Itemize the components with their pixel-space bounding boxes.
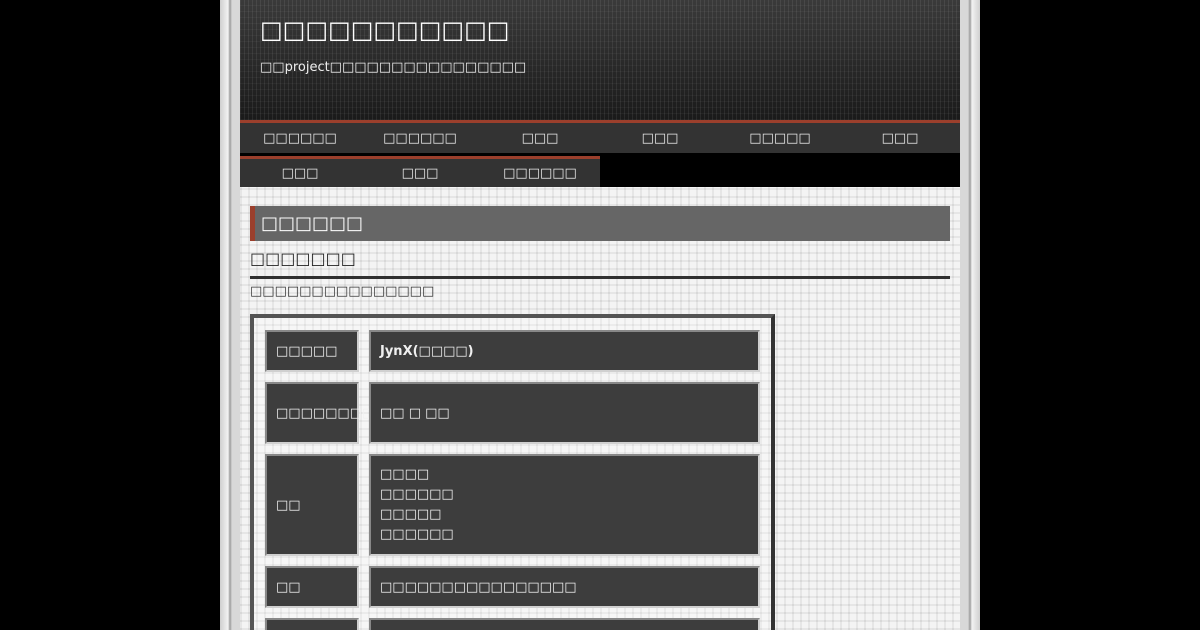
main-content: □□□□□□ □□□□□□□ □□□□□□□□□□□□□□□ □□□□□ Jyn… bbox=[240, 186, 960, 630]
profile-value-line: □□□□□ bbox=[380, 507, 442, 522]
profile-value-line: □□□□□□ bbox=[380, 487, 454, 502]
profile-row: □□□□□□□□ □□ □ □□ bbox=[265, 382, 760, 444]
profile-value: □□□□ □□□□□□ □□□□□ □□□□□□ bbox=[369, 454, 760, 556]
intro-text: □□□□□□□□□□□□□□□ bbox=[250, 284, 435, 299]
profile-row: □□ □□□□ □□□□□□ □□□□□ □□□□□□ bbox=[265, 454, 760, 556]
nav-row-2: □□□ □□□ □□□□□□ bbox=[240, 156, 960, 187]
profile-key: □□□□□ bbox=[265, 330, 359, 372]
profile-value: JynX(□□□□) bbox=[369, 330, 760, 372]
profile-key: □□ bbox=[265, 566, 359, 608]
profile-box: □□□□□ JynX(□□□□) □□□□□□□□ □□ □ □□ □□ □□□… bbox=[250, 314, 775, 630]
nav-item-8[interactable]: □□□ bbox=[360, 156, 480, 187]
profile-key: □□□□□□□□ bbox=[265, 382, 374, 444]
profile-value-line: □□□□□□ bbox=[380, 527, 454, 542]
page: □□□□□□□□□□□ □□project□□□□□□□□□□□□□□□□ □□… bbox=[240, 0, 960, 630]
profile-row: □□□□□ JynX(□□□□) bbox=[265, 330, 760, 372]
site-title[interactable]: □□□□□□□□□□□ bbox=[260, 14, 509, 46]
nav-item-6[interactable]: □□□ bbox=[840, 123, 960, 153]
page-title: □□□□□□ bbox=[250, 206, 950, 241]
profile-row: □□ □□□□□□□□□□□□□□□□ bbox=[265, 566, 760, 608]
site-header: □□□□□□□□□□□ □□project□□□□□□□□□□□□□□□□ bbox=[240, 0, 960, 123]
nav-item-5[interactable]: □□□□□ bbox=[720, 123, 840, 153]
nav-item-4[interactable]: □□□ bbox=[600, 123, 720, 153]
nav-item-1[interactable]: □□□□□□ bbox=[240, 123, 360, 153]
section-heading: □□□□□□□ bbox=[250, 248, 950, 279]
profile-row bbox=[265, 618, 760, 630]
profile-key: □□ bbox=[265, 454, 359, 556]
profile-value: □□□□□□□□□□□□□□□□ bbox=[369, 566, 760, 608]
nav-item-7[interactable]: □□□ bbox=[240, 156, 360, 187]
site-description: □□project□□□□□□□□□□□□□□□□ bbox=[260, 60, 527, 75]
nav-item-2[interactable]: □□□□□□ bbox=[360, 123, 480, 153]
profile-key bbox=[265, 618, 359, 630]
nav-item-3[interactable]: □□□ bbox=[480, 123, 600, 153]
profile-value-line: □□□□ bbox=[380, 467, 430, 482]
profile-value: □□ □ □□ bbox=[369, 382, 760, 444]
profile-value bbox=[369, 618, 760, 630]
nav-item-9[interactable]: □□□□□□ bbox=[480, 156, 600, 187]
nav-row-1: □□□□□□ □□□□□□ □□□ □□□ □□□□□ □□□ bbox=[240, 123, 960, 153]
main-nav: □□□□□□ □□□□□□ □□□ □□□ □□□□□ □□□ □□□ □□□ … bbox=[240, 123, 960, 187]
